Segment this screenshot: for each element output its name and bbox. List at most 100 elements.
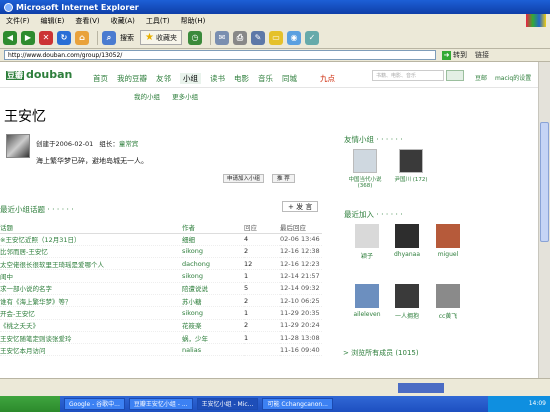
task-other[interactable]: 可能 Cchangcanon...: [262, 398, 333, 410]
print-icon[interactable]: ⎙: [232, 30, 247, 45]
edit-icon[interactable]: ✎: [250, 30, 265, 45]
history-icon[interactable]: ◷: [187, 30, 202, 45]
menu-favorites[interactable]: 收藏(A): [111, 16, 135, 26]
menu-help[interactable]: 帮助(H): [181, 16, 206, 26]
nav-friends[interactable]: 友邻: [156, 73, 171, 84]
link-settings[interactable]: maciq的设置: [495, 75, 531, 82]
member-avatar: [395, 284, 419, 308]
link-doumail[interactable]: 豆邮: [475, 75, 487, 82]
nav-movies[interactable]: 电影: [234, 73, 249, 84]
menu-file[interactable]: 文件(F): [6, 16, 30, 26]
menu-view[interactable]: 查看(V): [75, 16, 99, 26]
back-icon[interactable]: ◀: [3, 30, 17, 45]
join-group-button[interactable]: 申请加入小组: [223, 174, 265, 183]
topic-link[interactable]: ※王安忆近照（12月31日）: [0, 233, 182, 246]
nav-events[interactable]: 同城: [282, 73, 297, 84]
topic-link[interactable]: 太空佬很长很软里王琦瑶是爱哪个人: [0, 257, 182, 271]
member-item[interactable]: dhyanaa: [386, 224, 428, 258]
col-last-reply: 最后回应: [280, 221, 322, 234]
home-icon[interactable]: ⌂: [75, 30, 89, 45]
member-avatar: [355, 224, 379, 248]
author-link[interactable]: 苏小糖: [182, 294, 244, 308]
member-item[interactable]: aileleven: [346, 284, 388, 318]
task-douban-group[interactable]: 豆瓣王安忆小组 - ...: [128, 398, 193, 410]
member-item[interactable]: 一人拥抱: [386, 284, 428, 320]
mail-icon[interactable]: ✉: [214, 30, 229, 45]
member-avatar: [436, 284, 460, 308]
refresh-icon[interactable]: ↻: [57, 30, 71, 45]
menu-edit[interactable]: 编辑(E): [41, 16, 65, 26]
author-link[interactable]: sikong: [182, 269, 244, 283]
sub-nav-more-groups[interactable]: 更多小组: [172, 93, 198, 101]
nav-books[interactable]: 读书: [210, 73, 225, 84]
address-bar: http://www.douban.com/group/13052/ ➜ 转到 …: [0, 49, 550, 62]
nav-my-douban[interactable]: 我的豆瓣: [117, 73, 147, 84]
author-link[interactable]: dachong: [182, 257, 244, 271]
site-search-input[interactable]: 书籍、电影、音乐: [372, 70, 444, 81]
menu-bar: 文件(F) 编辑(E) 查看(V) 收藏(A) 工具(T) 帮助(H): [0, 14, 550, 27]
research-icon[interactable]: ✓: [304, 30, 319, 45]
logo-cn: 豆瓣: [6, 71, 24, 80]
post-button[interactable]: + 发 言: [282, 201, 319, 212]
nav-jiudian[interactable]: 九点: [320, 73, 335, 84]
member-avatar: [436, 224, 460, 248]
start-button[interactable]: [0, 396, 60, 412]
topic-link[interactable]: 王安忆本月访问: [0, 343, 182, 357]
topic-link[interactable]: 王安忆随笔定则谈张爱玲: [0, 331, 182, 345]
task-google[interactable]: Google - 谷歌中...: [64, 398, 125, 410]
col-author: 作者: [182, 221, 244, 234]
member-name: 一人拥抱: [394, 313, 419, 320]
author-link[interactable]: sikong: [182, 306, 244, 320]
author-link[interactable]: sikong: [182, 245, 244, 259]
page-viewport: 豆瓣 douban 首页 我的豆瓣 友邻 小组 读书 电影 音乐 同城 九点 书籍…: [0, 62, 538, 396]
table-row: 《桃之夭夭》 花筱楽 2 11-29 20:24: [0, 319, 322, 332]
task-ie-active[interactable]: 王安忆小组 - Mic...: [196, 398, 259, 410]
author-link[interactable]: nalias: [182, 343, 244, 357]
topic-link[interactable]: 求一部小说的名字: [0, 282, 182, 295]
author-link[interactable]: 花筱楽: [182, 319, 244, 332]
group-avatar: [6, 134, 30, 158]
recommend-button[interactable]: 推 荐: [272, 174, 295, 183]
address-input[interactable]: http://www.douban.com/group/13052/: [4, 50, 436, 60]
reply-count: 1: [244, 306, 280, 320]
author-link[interactable]: 蜗，少年: [182, 331, 244, 345]
favorites-button[interactable]: ★ 收藏夹: [140, 30, 182, 45]
nav-music[interactable]: 音乐: [258, 73, 273, 84]
friend-group-item[interactable]: 中国当代小说 (368): [342, 149, 388, 189]
author-link[interactable]: 陪遭说说: [182, 282, 244, 295]
col-topic: 话题: [0, 221, 182, 234]
all-members-link[interactable]: > 浏览所有成员 (1015): [343, 348, 419, 358]
stop-icon[interactable]: ✕: [39, 30, 53, 45]
site-search-button[interactable]: [446, 70, 464, 81]
topic-link[interactable]: 《桃之夭夭》: [0, 319, 182, 332]
member-item[interactable]: cc黄飞: [427, 284, 469, 320]
member-item[interactable]: 颖子: [346, 224, 388, 260]
folder-icon[interactable]: ▭: [268, 30, 283, 45]
author-link[interactable]: 细细: [182, 233, 244, 246]
last-reply-time: 12-10 06:25: [280, 294, 322, 308]
topic-link[interactable]: 比邻而居-王安忆: [0, 245, 182, 259]
go-button[interactable]: ➜ 转到: [442, 50, 467, 60]
vertical-scrollbar[interactable]: [538, 62, 550, 396]
scrollbar-thumb[interactable]: [540, 122, 549, 242]
reply-count: 1: [244, 331, 280, 345]
nav-home[interactable]: 首页: [93, 73, 108, 84]
sub-nav-my-groups[interactable]: 我的小组: [134, 93, 160, 101]
friend-group-item[interactable]: 尹国川 (172): [388, 149, 434, 183]
links-button[interactable]: 链接: [475, 50, 489, 60]
search-button[interactable]: 搜索: [120, 33, 134, 43]
topic-link[interactable]: 开会-王安忆: [0, 306, 182, 320]
topic-link[interactable]: 闺中: [0, 269, 182, 283]
table-row: 比邻而居-王安忆 sikong 2 12-16 12:38: [0, 245, 322, 259]
group-leader-link[interactable]: 童常宾: [119, 140, 139, 148]
forward-icon[interactable]: ▶: [21, 30, 35, 45]
member-item[interactable]: miguel: [427, 224, 469, 258]
messenger-icon[interactable]: ◉: [286, 30, 301, 45]
search-icon[interactable]: ⌕: [102, 30, 116, 45]
menu-tools[interactable]: 工具(T): [146, 16, 170, 26]
reply-count: 2: [244, 245, 280, 259]
nav-groups[interactable]: 小组: [180, 73, 201, 84]
douban-logo[interactable]: 豆瓣 douban: [6, 68, 72, 81]
topic-link[interactable]: 谁有《海上繁华梦》等？: [0, 294, 182, 308]
top-links: 豆邮 maciq的设置: [475, 73, 531, 82]
